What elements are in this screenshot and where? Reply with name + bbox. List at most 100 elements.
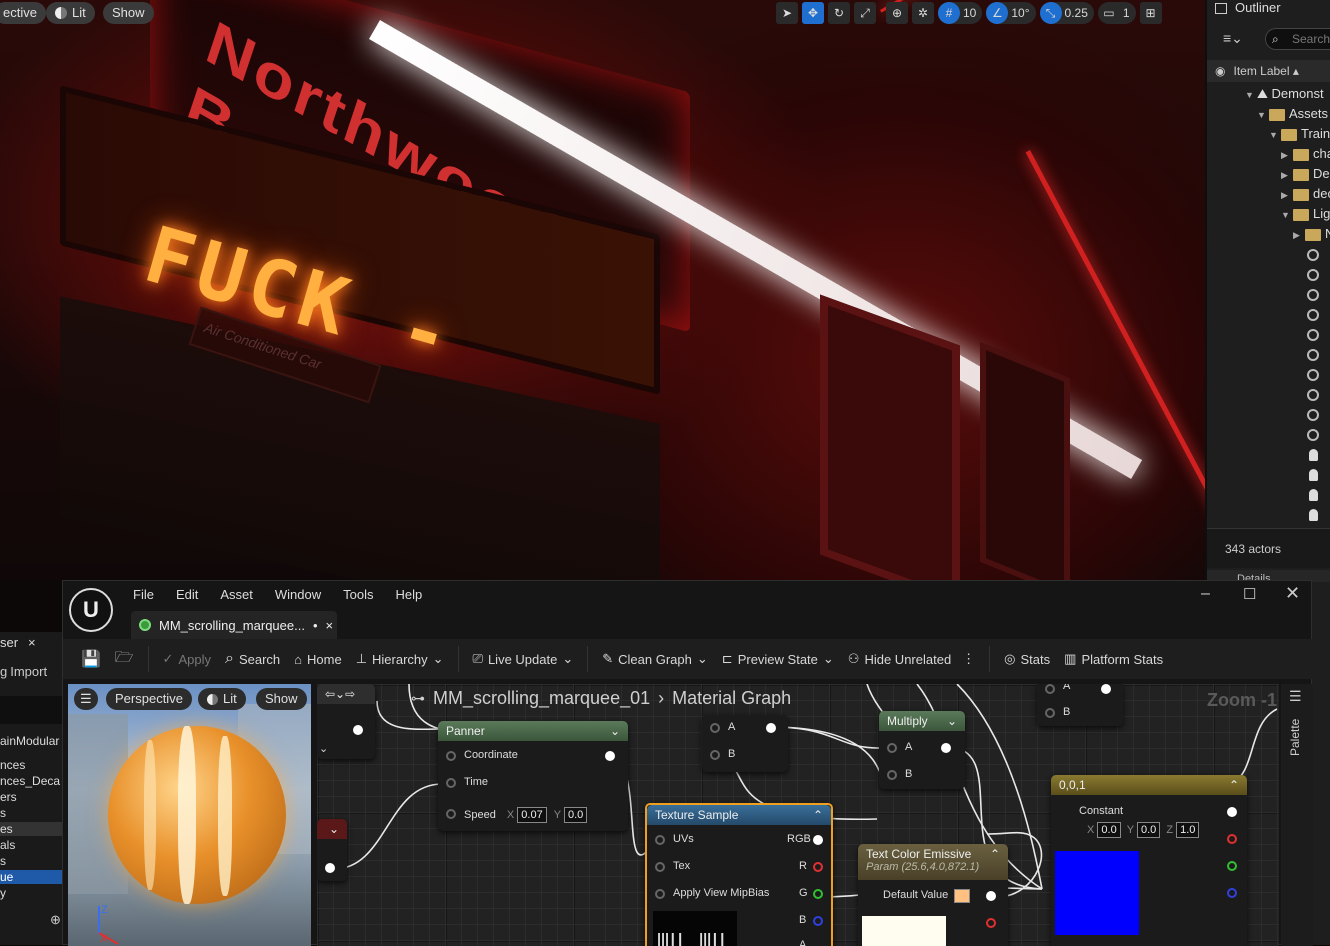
constant-z-field[interactable]: 1.0 bbox=[1176, 822, 1200, 838]
apply-button[interactable]: ✓ Apply bbox=[163, 651, 211, 667]
menu-help[interactable]: Help bbox=[395, 587, 422, 602]
clean-graph-button[interactable]: ✎ Clean Graph ⌄ bbox=[602, 651, 708, 667]
folder-row[interactable]: s bbox=[0, 854, 6, 868]
outliner-row[interactable] bbox=[1207, 284, 1330, 304]
constant-r-pin[interactable] bbox=[1227, 834, 1237, 844]
speed-y-field[interactable]: 0.0 bbox=[563, 807, 588, 823]
default-value-swatch[interactable] bbox=[954, 889, 970, 903]
hide-unrelated-button[interactable]: ⚇ Hide Unrelated ⋮ bbox=[848, 651, 975, 667]
folder-row[interactable]: y bbox=[0, 886, 6, 900]
chevron-down-icon[interactable]: ⌄ bbox=[319, 742, 328, 755]
speed-pin[interactable] bbox=[446, 809, 456, 819]
node-a-pin[interactable] bbox=[1045, 684, 1055, 694]
add-icon[interactable]: ⊕ bbox=[50, 912, 61, 928]
b-pin[interactable] bbox=[813, 916, 823, 926]
graph-tree-icon[interactable]: ⊶ bbox=[411, 690, 425, 707]
add-node[interactable]: A B bbox=[702, 715, 788, 772]
multiply-b-pin[interactable] bbox=[887, 770, 897, 780]
browse-icon[interactable]: 🗁 bbox=[115, 647, 134, 672]
preview-state-button[interactable]: ⊏ Preview State ⌄ bbox=[722, 651, 834, 667]
constant-b-pin[interactable] bbox=[1227, 888, 1237, 898]
outliner-search-input[interactable]: ⌕ Search bbox=[1265, 28, 1330, 50]
filter-icon[interactable]: ≡⌄ bbox=[1223, 30, 1243, 47]
viewport-mode-button[interactable]: ective bbox=[0, 2, 46, 24]
level-viewport[interactable]: Northwood - B FUCK - Air Conditioned Car… bbox=[0, 0, 1205, 580]
outliner-row[interactable] bbox=[1207, 384, 1330, 404]
outliner-row[interactable] bbox=[1207, 504, 1330, 524]
content-browser-tab[interactable]: ser × bbox=[0, 632, 62, 654]
outliner-row[interactable] bbox=[1207, 364, 1330, 384]
outliner-row[interactable] bbox=[1207, 404, 1330, 424]
multiply-node[interactable]: Multiply ⌄ A B bbox=[879, 711, 965, 789]
folder-row[interactable]: ers bbox=[0, 790, 17, 804]
r-pin[interactable] bbox=[813, 862, 823, 872]
menu-edit[interactable]: Edit bbox=[176, 587, 198, 602]
save-icon[interactable]: 💾 bbox=[81, 649, 101, 669]
rgb-pin[interactable] bbox=[813, 835, 823, 845]
menu-asset[interactable]: Asset bbox=[220, 587, 253, 602]
text-color-output-pin[interactable] bbox=[986, 891, 996, 901]
folder-row[interactable]: als bbox=[0, 838, 15, 852]
constant-output-pin[interactable] bbox=[1227, 807, 1237, 817]
lit-button[interactable]: Lit bbox=[46, 2, 95, 24]
tab-close-icon[interactable]: × bbox=[326, 618, 334, 633]
surface-snap-icon[interactable]: ✲ bbox=[912, 2, 934, 24]
add-a-pin[interactable] bbox=[710, 723, 720, 733]
angle-snap-toggle[interactable]: ∠ 10° bbox=[986, 2, 1036, 24]
outliner-row[interactable] bbox=[1207, 424, 1330, 444]
add-output-pin[interactable] bbox=[766, 723, 776, 733]
panner-output-pin[interactable] bbox=[605, 751, 615, 761]
search-button[interactable]: ⌕ Search bbox=[225, 650, 280, 668]
text-color-r-pin[interactable] bbox=[986, 918, 996, 928]
outliner-row[interactable]: ▼ Assets bbox=[1207, 104, 1330, 124]
speed-x-field[interactable]: 0.07 bbox=[517, 807, 547, 823]
home-button[interactable]: ⌂ Home bbox=[294, 652, 342, 667]
outliner-row[interactable] bbox=[1207, 324, 1330, 344]
grid-snap-toggle[interactable]: #10 bbox=[938, 2, 983, 24]
output-pin[interactable] bbox=[353, 725, 363, 735]
close-icon[interactable]: × bbox=[28, 632, 36, 654]
preview-show-button[interactable]: Show bbox=[256, 688, 307, 710]
menu-window[interactable]: Window bbox=[275, 587, 321, 602]
menu-tools[interactable]: Tools bbox=[343, 587, 373, 602]
text-color-emissive-node[interactable]: Text Color Emissive ⌃ Param (25.6,4.0,872… bbox=[858, 844, 1008, 946]
folder-row[interactable]: nces_Deca bbox=[0, 774, 60, 788]
partial-node[interactable]: ⇦⌄⇨ ⌄ bbox=[317, 684, 375, 759]
mipbias-pin[interactable] bbox=[655, 889, 665, 899]
world-icon[interactable]: ⊕ bbox=[886, 2, 908, 24]
add-b-pin[interactable] bbox=[710, 750, 720, 760]
outliner-row[interactable]: ▶cha bbox=[1207, 144, 1330, 164]
folder-row[interactable]: s bbox=[0, 806, 6, 820]
outliner-row[interactable]: ▼ ⛰ Demonst bbox=[1207, 84, 1330, 104]
multiply-a-pin[interactable] bbox=[887, 743, 897, 753]
constant-y-field[interactable]: 0.0 bbox=[1136, 822, 1161, 838]
outliner-row[interactable] bbox=[1207, 464, 1330, 484]
scale-icon[interactable]: ⤢ bbox=[854, 2, 876, 24]
coordinate-pin[interactable] bbox=[446, 751, 456, 761]
select-icon[interactable]: ➤ bbox=[776, 2, 798, 24]
live-update-button[interactable]: ⎚ Live Update ⌄ bbox=[473, 651, 574, 667]
texture-sample-node[interactable]: Texture Sample ⌃ UVs RGB Tex R Apply View… bbox=[645, 803, 833, 946]
folder-row[interactable]: es bbox=[0, 822, 62, 836]
breadcrumb-graph[interactable]: Material Graph bbox=[672, 688, 791, 709]
node-output-pin[interactable] bbox=[1101, 684, 1111, 694]
asset-tab[interactable]: MM_scrolling_marquee... • × bbox=[131, 611, 337, 639]
outliner-row[interactable]: ▶dec bbox=[1207, 184, 1330, 204]
breadcrumb-asset[interactable]: MM_scrolling_marquee_01 bbox=[433, 688, 650, 709]
material-graph-canvas[interactable]: ⇦⌄⇨ ⌄ ⌄ ⊶ MM_scrolling_marquee_01 › Mate… bbox=[317, 684, 1279, 946]
stats-button[interactable]: ◎ Stats bbox=[1004, 651, 1050, 667]
folder-row[interactable]: nces bbox=[0, 758, 25, 772]
folder-row[interactable]: ainModular bbox=[0, 734, 59, 748]
close-window-icon[interactable]: ✕ bbox=[1285, 583, 1300, 604]
tex-pin[interactable] bbox=[655, 862, 665, 872]
visibility-icon[interactable]: ◉ bbox=[1215, 64, 1225, 78]
outliner-row[interactable] bbox=[1207, 484, 1330, 504]
top-right-node[interactable]: A B bbox=[1037, 684, 1123, 726]
preview-lit-button[interactable]: Lit bbox=[198, 688, 246, 710]
partial-node-2[interactable]: ⌄ bbox=[317, 819, 347, 881]
show-button[interactable]: Show bbox=[103, 2, 154, 24]
constant-g-pin[interactable] bbox=[1227, 861, 1237, 871]
outliner-row[interactable]: ▼ Train bbox=[1207, 124, 1330, 144]
outliner-row[interactable] bbox=[1207, 344, 1330, 364]
outliner-row[interactable]: ▼ Lig bbox=[1207, 204, 1330, 224]
